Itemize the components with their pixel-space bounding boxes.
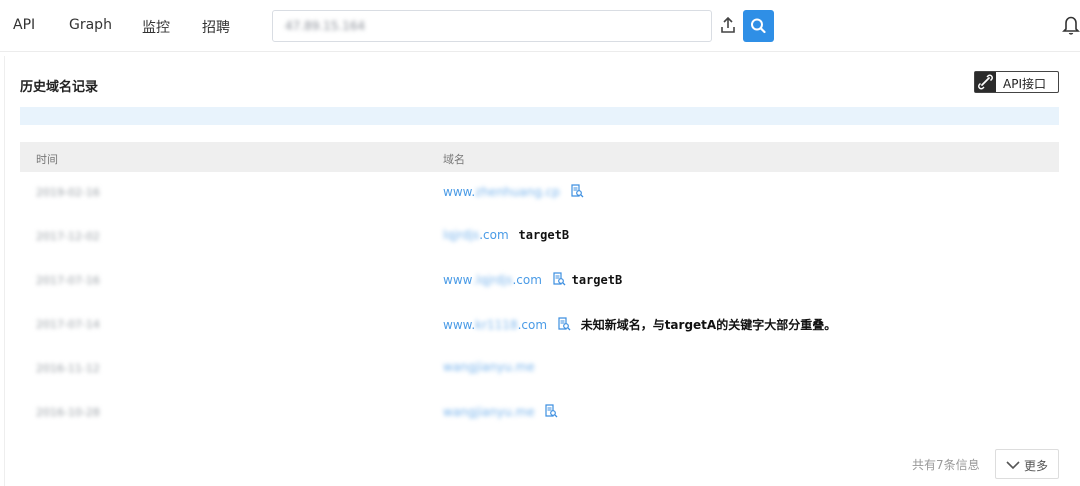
notification-button[interactable]: [1062, 14, 1080, 36]
nav-item-monitor[interactable]: 监控: [142, 17, 170, 37]
document-search-icon[interactable]: [544, 404, 558, 418]
column-header-time: 时间: [36, 153, 58, 166]
link-icon: [978, 74, 993, 90]
search-icon: [751, 18, 766, 34]
upload-icon: [721, 16, 735, 33]
table-row: 2016-11-12 wangjianyu.me: [20, 349, 1059, 393]
table-row: 2019-02-16 www.zhenhuang.cp: [20, 173, 1059, 217]
search-input[interactable]: 47.89.15.164: [272, 10, 712, 42]
chevron-down-icon: [1006, 461, 1020, 470]
search-button[interactable]: [743, 10, 774, 42]
card-title: 历史域名记录: [20, 80, 99, 95]
row-date: 2019-02-16: [36, 186, 100, 199]
row-date: 2017-07-16: [36, 274, 100, 287]
table-row: 2017-12-02 lqjrdjs.com targetB: [20, 217, 1059, 261]
search-input-value: 47.89.15.164: [285, 19, 366, 33]
domain-link-blurred[interactable]: .lqjrdjs: [472, 273, 512, 287]
domain-link-prefix[interactable]: www.: [443, 185, 475, 199]
domain-link-blurred[interactable]: wangjianyu.me: [443, 405, 535, 419]
domain-cell: wangjianyu.me: [443, 404, 558, 424]
domain-link-prefix[interactable]: www: [443, 273, 472, 287]
row-note: targetB: [518, 228, 570, 242]
api-icon-container: [975, 72, 996, 92]
domain-cell: www.kr1118.com 未知新域名，与targetA的关键字大部分重叠。: [443, 316, 836, 336]
row-date: 2016-11-12: [36, 362, 100, 375]
row-note: 未知新域名，与targetA的关键字大部分重叠。: [580, 318, 837, 332]
nav-item-jobs[interactable]: 招聘: [202, 17, 230, 37]
domain-cell: wangjianyu.me: [443, 360, 535, 380]
domain-link-suffix[interactable]: .com: [518, 318, 547, 332]
more-label: 更多: [1024, 459, 1049, 473]
bell-icon: [1062, 16, 1080, 35]
document-search-icon[interactable]: [570, 184, 584, 198]
info-banner: [20, 107, 1059, 125]
domain-link-suffix[interactable]: .com: [479, 228, 508, 242]
more-button[interactable]: 更多: [995, 449, 1059, 479]
row-date: 2016-10-28: [36, 406, 100, 419]
domain-link-prefix[interactable]: www.: [443, 318, 475, 332]
document-search-icon[interactable]: [552, 272, 566, 286]
api-interface-button[interactable]: API接口: [974, 71, 1059, 93]
domain-link-blurred[interactable]: zhenhuang.cp: [475, 185, 560, 199]
top-navigation-bar: API Graph 监控 招聘 47.89.15.164: [0, 0, 1080, 52]
table-row: 2017-07-16 www.lqjrdjs.com targetB: [20, 261, 1059, 305]
api-interface-label: API接口: [1003, 77, 1046, 91]
record-count: 共有7条信息: [912, 458, 980, 472]
nav-item-graph[interactable]: Graph: [69, 17, 112, 33]
domain-cell: lqjrdjs.com targetB: [443, 228, 569, 248]
row-note: targetB: [571, 273, 623, 287]
upload-button[interactable]: [715, 11, 741, 41]
domain-link-suffix[interactable]: .com: [512, 273, 541, 287]
domain-link-blurred[interactable]: wangjianyu.me: [443, 360, 535, 374]
domain-cell: www.zhenhuang.cp: [443, 184, 584, 204]
row-date: 2017-12-02: [36, 230, 100, 243]
table-row: 2016-10-28 wangjianyu.me: [20, 393, 1059, 437]
table-row: 2017-07-14 www.kr1118.com 未知新域名，与targetA…: [20, 305, 1059, 349]
domain-link-blurred[interactable]: lqjrdjs: [443, 228, 479, 242]
domain-cell: www.lqjrdjs.com targetB: [443, 272, 622, 292]
document-search-icon[interactable]: [557, 317, 571, 331]
domain-link-blurred[interactable]: kr1118: [475, 318, 517, 332]
table-header: 时间 域名: [20, 142, 1059, 172]
row-date: 2017-07-14: [36, 318, 100, 331]
column-header-domain: 域名: [443, 153, 465, 166]
nav-item-api[interactable]: API: [13, 17, 35, 33]
